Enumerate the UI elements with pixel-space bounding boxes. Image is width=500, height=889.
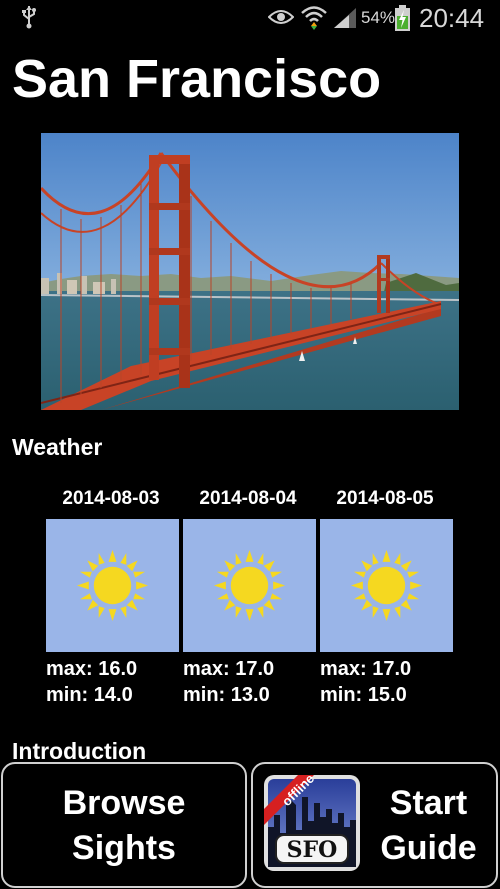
sfo-offline-badge-icon: offline SFO	[264, 775, 360, 871]
battery-percent: 54%	[361, 8, 396, 27]
sun-icon	[77, 550, 148, 621]
forecast-min: min: 15.0	[320, 684, 407, 706]
wifi-icon	[301, 6, 327, 30]
page-title: San Francisco	[12, 49, 382, 109]
battery-charging-icon	[395, 5, 410, 31]
sun-icon	[214, 550, 285, 621]
start-guide-label: Start Guide	[380, 784, 477, 867]
status-bar: 54% 20:44	[0, 0, 500, 34]
forecast-max: max: 17.0	[320, 658, 412, 680]
forecast-date: 2014-08-03	[62, 488, 160, 509]
weather-tile	[320, 519, 453, 652]
forecast-max: max: 17.0	[183, 658, 275, 680]
introduction-heading: Introduction	[12, 738, 147, 764]
forecast-min: min: 13.0	[183, 684, 270, 706]
signal-icon	[334, 8, 356, 28]
browse-sights-label: Browse Sights	[62, 784, 186, 867]
sun-icon	[351, 550, 422, 621]
browse-sights-button[interactable]: Browse Sights	[1, 762, 247, 888]
start-guide-button[interactable]: offline SFO Start Guide	[251, 762, 498, 888]
clock: 20:44	[419, 3, 485, 33]
forecast-date: 2014-08-05	[336, 488, 434, 509]
forecast-max: max: 16.0	[46, 658, 138, 680]
usb-icon	[22, 6, 36, 29]
eye-icon	[268, 10, 294, 24]
forecast-date: 2014-08-04	[199, 488, 297, 509]
weather-tile	[183, 519, 316, 652]
badge-text: SFO	[287, 837, 338, 863]
hero-image	[41, 133, 459, 410]
weather-heading: Weather	[12, 434, 103, 460]
forecast-min: min: 14.0	[46, 684, 133, 706]
weather-tile	[46, 519, 179, 652]
